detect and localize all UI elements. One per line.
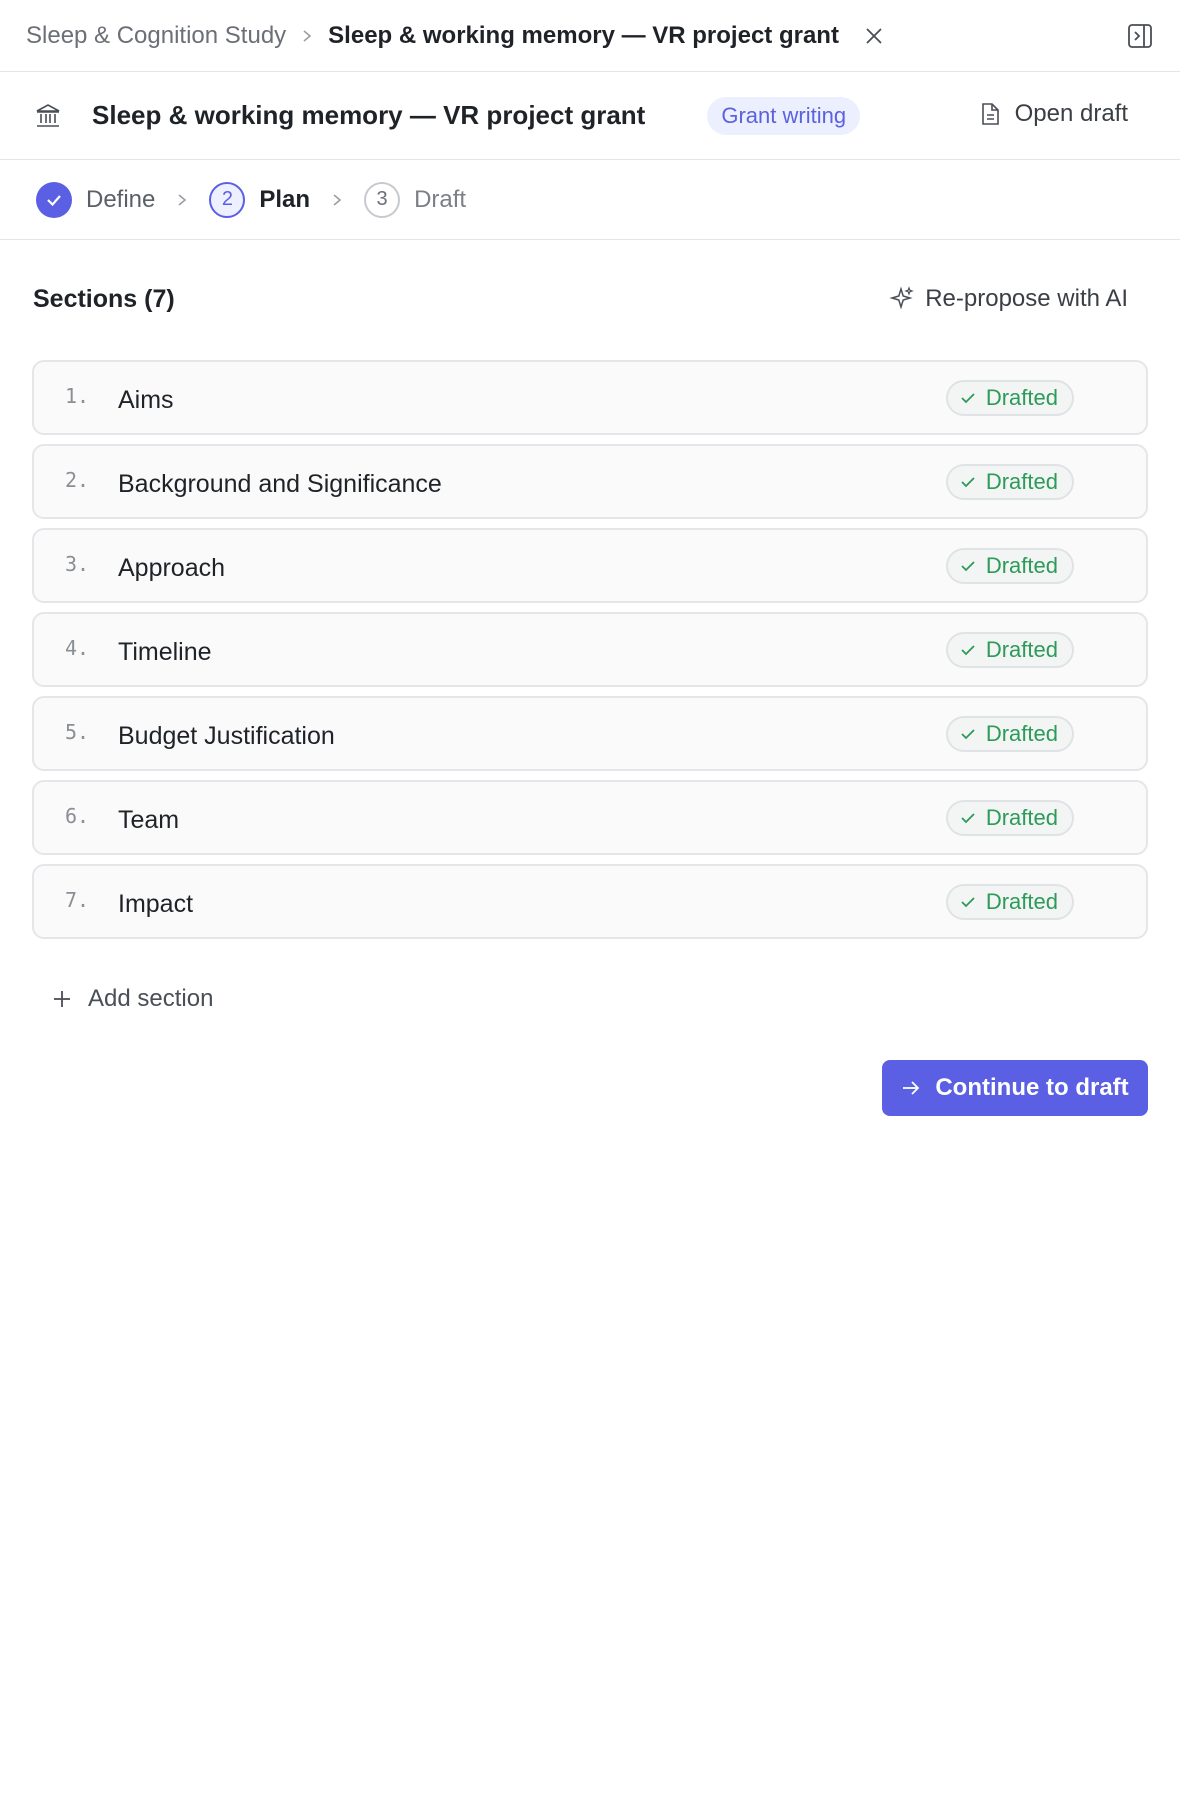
check-icon — [961, 477, 975, 488]
section-row-team[interactable]: 6. Team Drafted — [32, 780, 1148, 855]
document-icon — [981, 103, 999, 125]
step-draft[interactable]: 3 Draft — [364, 181, 467, 218]
section-number: 1. — [65, 384, 90, 408]
breadcrumb-parent[interactable]: Sleep & Cognition Study — [26, 22, 286, 50]
section-row-approach[interactable]: 3. Approach Drafted — [32, 528, 1148, 603]
sparkle-icon — [889, 286, 914, 310]
close-icon[interactable] — [865, 27, 883, 45]
page-header: Sleep & working memory — VR project gran… — [0, 72, 1180, 160]
status-label: Drafted — [985, 553, 1058, 578]
section-title: Impact — [118, 890, 194, 918]
section-number: 2. — [65, 468, 90, 492]
status-label: Drafted — [985, 469, 1058, 494]
repropose-button[interactable]: Re-propose with AI — [889, 285, 1128, 313]
breadcrumb-current: Sleep & working memory — VR project gran… — [328, 21, 839, 49]
sections-heading: Sections (7) — [33, 285, 175, 313]
plus-icon — [54, 991, 70, 1007]
repropose-label: Re-propose with AI — [925, 285, 1128, 312]
step-label: Define — [86, 185, 156, 213]
top-bar: Sleep & Cognition Study Sleep & working … — [0, 0, 1180, 72]
step-define[interactable]: Define — [36, 181, 156, 218]
bank-icon — [34, 102, 62, 130]
check-icon — [961, 813, 975, 824]
chevron-right-icon — [300, 29, 314, 43]
check-icon — [36, 181, 72, 218]
status-badge: Drafted — [945, 464, 1074, 500]
step-label: Plan — [259, 185, 311, 213]
check-icon — [961, 561, 975, 572]
add-section-button[interactable]: Add section — [52, 985, 213, 1013]
arrow-right-icon — [903, 1081, 920, 1095]
status-badge: Drafted — [945, 716, 1074, 752]
check-icon — [961, 393, 975, 404]
chevron-right-icon — [175, 193, 189, 207]
section-number: 3. — [65, 552, 90, 576]
status-badge: Drafted — [945, 884, 1074, 920]
continue-to-draft-button[interactable]: Continue to draft — [882, 1060, 1148, 1116]
step-number: 2 — [209, 181, 246, 218]
section-title: Budget Justification — [118, 722, 335, 750]
step-number: 3 — [364, 181, 401, 218]
chevron-right-icon — [330, 193, 344, 207]
section-row-budget[interactable]: 5. Budget Justification Drafted — [32, 696, 1148, 771]
section-number: 4. — [65, 636, 90, 660]
section-number: 6. — [65, 804, 90, 828]
status-label: Drafted — [985, 889, 1058, 914]
check-icon — [961, 645, 975, 656]
section-title: Team — [118, 806, 180, 834]
check-icon — [961, 729, 975, 740]
status-label: Drafted — [985, 385, 1058, 410]
open-draft-label: Open draft — [1014, 100, 1128, 127]
section-row-timeline[interactable]: 4. Timeline Drafted — [32, 612, 1148, 687]
section-title: Approach — [118, 554, 226, 582]
section-number: 5. — [65, 720, 90, 744]
sidebar-right-icon[interactable] — [1126, 22, 1154, 50]
page-title: Sleep & working memory — VR project gran… — [92, 100, 646, 130]
section-title: Aims — [118, 386, 174, 414]
status-badge: Drafted — [945, 380, 1074, 416]
section-row-aims[interactable]: 1. Aims Drafted — [32, 360, 1148, 435]
section-row-impact[interactable]: 7. Impact Drafted — [32, 864, 1148, 939]
status-label: Drafted — [985, 721, 1058, 746]
add-section-label: Add section — [88, 985, 214, 1012]
step-plan[interactable]: 2 Plan — [209, 181, 311, 218]
stepper: Define 2 Plan 3 Draft — [0, 160, 1180, 240]
continue-label: Continue to draft — [935, 1074, 1129, 1101]
status-badge: Drafted — [945, 632, 1074, 668]
status-badge: Drafted — [945, 800, 1074, 836]
section-title: Timeline — [118, 638, 212, 666]
check-icon — [961, 897, 975, 908]
category-badge: Grant writing — [707, 96, 861, 135]
section-title: Background and Significance — [118, 470, 442, 498]
section-number: 7. — [65, 888, 90, 912]
status-badge: Drafted — [945, 548, 1074, 584]
section-list: 1. Aims Drafted 2. Background and Signif… — [32, 360, 1148, 948]
status-label: Drafted — [985, 805, 1058, 830]
open-draft-button[interactable]: Open draft — [979, 100, 1128, 128]
status-label: Drafted — [985, 637, 1058, 662]
section-row-background[interactable]: 2. Background and Significance Drafted — [32, 444, 1148, 519]
step-label: Draft — [414, 185, 467, 213]
